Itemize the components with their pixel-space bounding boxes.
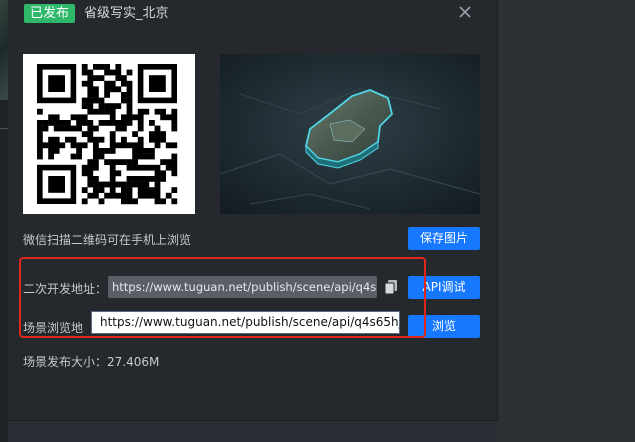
save-image-button[interactable]: 保存图片 <box>408 227 480 250</box>
dialog-title: 省级写实_北京 <box>84 6 169 21</box>
qr-code-icon <box>37 64 178 205</box>
close-icon[interactable] <box>457 4 473 20</box>
scene-address-label: 场景浏览地 <box>23 321 84 335</box>
publish-dialog: 已发布 省级写实_北京 微信扫描二维码可在手机上浏览 保存图片 二次开发地址： … <box>8 0 498 421</box>
copy-icon[interactable] <box>384 279 398 295</box>
scene-size-text: 场景发布大小：27.406M <box>23 355 160 369</box>
background-divider <box>0 128 8 129</box>
background-panel-right <box>497 0 635 442</box>
scene-url-tooltip: https://www.tuguan.net/publish/scene/api… <box>91 311 400 334</box>
browse-button[interactable]: 浏览 <box>408 315 480 338</box>
dev-address-field[interactable]: https://www.tuguan.net/publish/scene/api… <box>108 276 377 298</box>
scene-preview <box>220 54 480 214</box>
scan-hint-text: 微信扫描二维码可在手机上浏览 <box>23 233 192 247</box>
status-badge: 已发布 <box>24 4 76 23</box>
background-thumbnail <box>0 0 8 100</box>
map-preview-image <box>220 54 480 214</box>
dev-address-label: 二次开发地址： <box>23 282 108 296</box>
qr-code <box>23 54 195 214</box>
api-debug-button[interactable]: API调试 <box>408 276 480 299</box>
